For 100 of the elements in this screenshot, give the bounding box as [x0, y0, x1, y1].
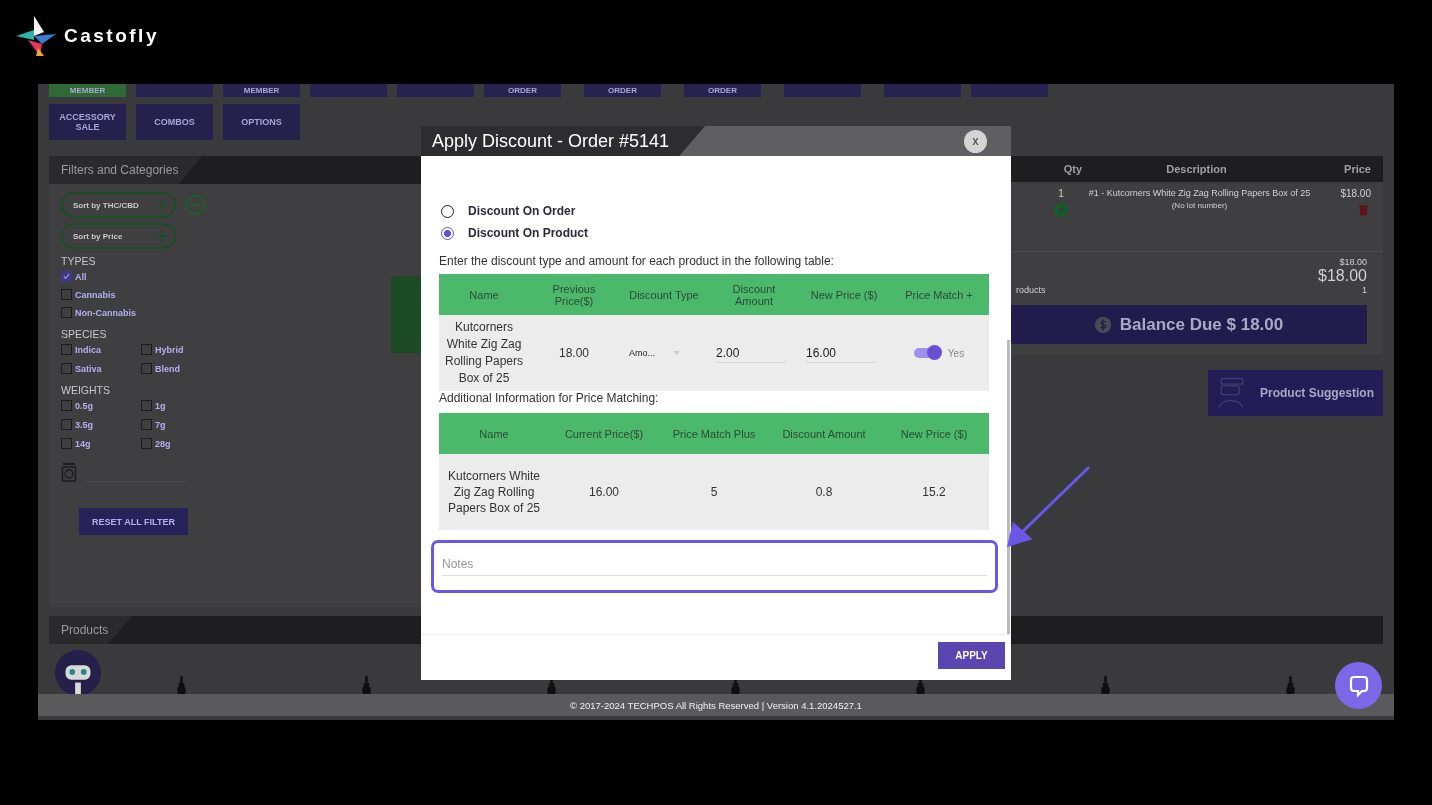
menu-button[interactable]: MEMBER	[223, 84, 300, 97]
table-cell: Kutcorners White Zig Zag Rolling Papers Box of 25	[439, 315, 529, 391]
column-header: New Price ($)	[799, 274, 889, 315]
sort-button[interactable]: Sort by THC/CBD	[61, 192, 176, 218]
product-suggestion-button[interactable]: Product Suggestion	[1208, 370, 1383, 416]
checkbox[interactable]	[61, 419, 72, 430]
caret-icon	[673, 351, 680, 355]
column-header: Discount Type	[619, 274, 709, 315]
dropper-bottle-icon	[1101, 676, 1111, 694]
column-header: New Price ($)	[879, 413, 989, 454]
menu-button[interactable]	[884, 84, 961, 97]
dropper-bottle-icon	[1286, 676, 1295, 694]
menu-button[interactable]	[784, 84, 861, 97]
total: $18.00	[1318, 267, 1367, 285]
dropper-bottle-icon	[361, 676, 371, 694]
column-header: Previous Price($)	[529, 274, 619, 315]
menu-button[interactable]	[397, 84, 474, 97]
balance-due-button[interactable]: Balance Due $ 18.00	[1010, 305, 1367, 344]
menu-button[interactable]: ACCESSORY SALE	[49, 104, 126, 140]
radio-label: Discount On Product	[468, 226, 588, 240]
menu-button[interactable]: OPTIONS	[223, 104, 300, 140]
checkbox-label: 14g	[75, 438, 91, 449]
dollar-icon	[1093, 315, 1112, 334]
checkbox[interactable]	[141, 400, 152, 411]
product-count: 1	[1362, 285, 1367, 295]
checkbox[interactable]	[61, 307, 72, 318]
column-header: Price Match +	[889, 274, 989, 315]
checkbox-label: Non-Cannabis	[75, 307, 136, 318]
column-header: Qty	[1062, 163, 1082, 175]
menu-button[interactable]	[136, 84, 213, 97]
checkbox-label: Blend	[155, 363, 180, 374]
menu-button[interactable]: ORDER	[584, 84, 661, 97]
price-match-toggle[interactable]	[913, 348, 940, 358]
toggle-label: Yes	[947, 347, 965, 359]
radio-button[interactable]	[441, 226, 454, 240]
notes-field[interactable]: Notes	[431, 540, 998, 593]
brand-name: Castofly	[64, 25, 159, 47]
checkbox-label: Hybrid	[155, 344, 184, 355]
dropper-bottle-icon	[176, 676, 186, 694]
menu-button[interactable]	[310, 84, 387, 97]
column-header: Price Match Plus	[659, 413, 769, 454]
group-heading: SPECIES	[61, 328, 108, 340]
column-header: Name	[439, 274, 529, 315]
radio-label: Discount On Order	[468, 204, 576, 218]
discount-type-select[interactable]: Amo...	[629, 346, 680, 360]
checkbox-label: Cannabis	[75, 289, 116, 300]
products-label: roducts	[1016, 285, 1046, 295]
checkbox[interactable]	[61, 289, 72, 300]
checkbox-label: 7g	[155, 419, 166, 430]
instruction-text: Enter the discount type and amount for each product in the following table:	[439, 254, 835, 268]
plus-icon[interactable]	[1054, 203, 1068, 217]
trash-icon[interactable]	[1359, 204, 1368, 216]
checkbox[interactable]	[141, 438, 152, 449]
scale-icon	[61, 462, 77, 482]
dialog-title: Apply Discount - Order #5141	[421, 126, 706, 156]
column-header: Current Price($)	[549, 413, 659, 454]
table-cell: 18.00	[529, 315, 619, 391]
table-cell: 16.00	[549, 454, 659, 530]
table-cell: 5	[659, 454, 769, 530]
menu-button[interactable]	[971, 84, 1048, 97]
checkbox[interactable]	[141, 419, 152, 430]
checkbox-label: 3.5g	[75, 419, 93, 430]
checkbox[interactable]	[61, 363, 72, 374]
minus-icon[interactable]	[184, 194, 206, 216]
close-button[interactable]: x	[964, 130, 987, 153]
checkbox[interactable]	[61, 400, 72, 411]
checkbox[interactable]	[61, 271, 72, 282]
checkbox[interactable]	[141, 344, 152, 355]
checkbox[interactable]	[141, 363, 152, 374]
checkbox[interactable]	[61, 344, 72, 355]
quantity: 1	[1058, 188, 1064, 199]
item-description: #1 - Kutcorners White Zig Zag Rolling Papers Box of 25	[1088, 188, 1311, 198]
column-header: Name	[439, 413, 549, 454]
checkbox[interactable]	[61, 438, 72, 449]
panel-title: Filters and Categories	[49, 156, 203, 184]
table-cell: 0.8	[769, 454, 879, 530]
reset-button[interactable]: RESET ALL FILTER	[79, 508, 188, 535]
checkbox-label: Sativa	[75, 363, 102, 374]
copyright-footer: © 2017-2024 TECHPOS All Rights Reserved | Version 4.1.2024527.1	[38, 694, 1394, 716]
group-heading: WEIGHTS	[61, 384, 111, 396]
apply-button[interactable]: APPLY	[938, 642, 1005, 669]
column-header: Description	[1165, 163, 1228, 175]
sort-button[interactable]: Sort by Price	[61, 223, 176, 249]
section-heading: Additional Information for Price Matching:	[439, 391, 660, 405]
column-header: Discount Amount	[769, 413, 879, 454]
subtotal: $18.00	[1339, 257, 1367, 267]
table-cell: 15.2	[879, 454, 989, 530]
menu-button[interactable]: ORDER	[684, 84, 761, 97]
checkbox-label: Indica	[75, 344, 101, 355]
lot-number: (No lot number)	[1171, 201, 1228, 210]
table-cell: Kutcorners White Zig Zag Rolling Papers Box of 25	[439, 454, 549, 530]
menu-button[interactable]: COMBOS	[136, 104, 213, 140]
checkbox-label: All	[75, 271, 87, 282]
column-header: Discount Amount	[709, 274, 799, 315]
item-price: $18.00	[1340, 188, 1371, 199]
checkbox-label: 1g	[155, 400, 166, 411]
panel-title: Products	[49, 616, 133, 644]
group-heading: TYPES	[61, 255, 97, 267]
menu-button[interactable]: ORDER	[484, 84, 561, 97]
column-header: Price	[1343, 163, 1372, 175]
